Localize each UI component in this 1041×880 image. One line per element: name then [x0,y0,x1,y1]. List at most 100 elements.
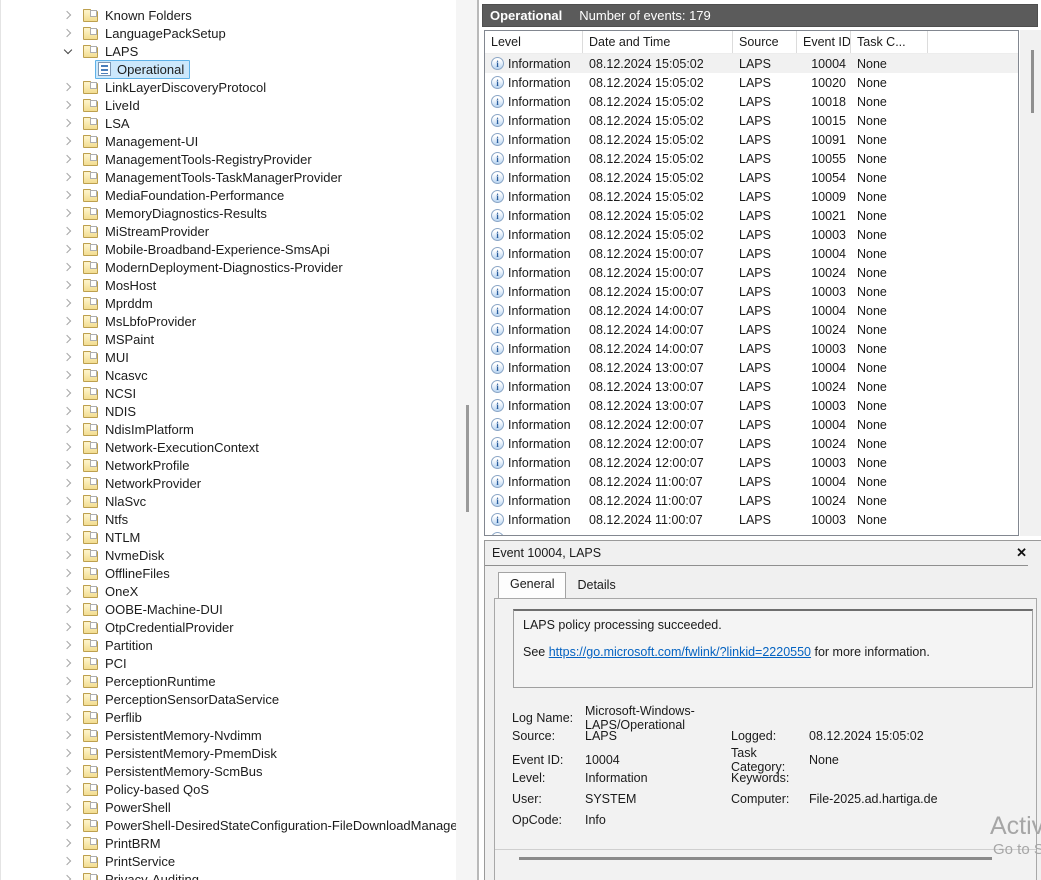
chevron-right-icon[interactable] [61,674,75,688]
tree-item-perceptionruntime[interactable]: PerceptionRuntime [1,672,456,690]
event-row[interactable]: iInformation08.12.2024 15:05:02LAPS10015… [485,111,1018,130]
chevron-right-icon[interactable] [61,404,75,418]
chevron-right-icon[interactable] [61,836,75,850]
chevron-right-icon[interactable] [61,764,75,778]
chevron-right-icon[interactable] [61,638,75,652]
event-row[interactable]: iInformation08.12.2024 14:00:07LAPS10003… [485,339,1018,358]
tree-item-mistreamprovider[interactable]: MiStreamProvider [1,222,456,240]
events-scrollbar[interactable] [1020,30,1041,536]
event-row[interactable]: iInformation08.12.2024 13:00:07LAPS10024… [485,377,1018,396]
tree-item-mui[interactable]: MUI [1,348,456,366]
fwlink-link[interactable]: https://go.microsoft.com/fwlink/?linkid=… [549,645,811,659]
event-row[interactable]: iInformation08.12.2024 15:00:07LAPS10004… [485,244,1018,263]
chevron-right-icon[interactable] [61,782,75,796]
tree-item-persistentmemory-pmemdisk[interactable]: PersistentMemory-PmemDisk [1,744,456,762]
chevron-right-icon[interactable] [61,512,75,526]
tree-item-mprddm[interactable]: Mprddm [1,294,456,312]
tree-item-network-executioncontext[interactable]: Network-ExecutionContext [1,438,456,456]
tree-item-partition[interactable]: Partition [1,636,456,654]
tree-item-onex[interactable]: OneX [1,582,456,600]
chevron-right-icon[interactable] [61,494,75,508]
chevron-right-icon[interactable] [61,8,75,22]
chevron-right-icon[interactable] [61,278,75,292]
tree-item-ncasvc[interactable]: Ncasvc [1,366,456,384]
tab-details[interactable]: Details [566,574,626,597]
chevron-right-icon[interactable] [61,746,75,760]
tree-item-policy-based-qos[interactable]: Policy-based QoS [1,780,456,798]
chevron-right-icon[interactable] [61,188,75,202]
tree-item-memorydiagnostics-results[interactable]: MemoryDiagnostics-Results [1,204,456,222]
tree-item-mobile-broadband-experience-smsapi[interactable]: Mobile-Broadband-Experience-SmsApi [1,240,456,258]
chevron-right-icon[interactable] [61,152,75,166]
event-row[interactable]: iInformation08.12.2024 14:00:07LAPS10024… [485,320,1018,339]
tree-item-ntlm[interactable]: NTLM [1,528,456,546]
tree-item-privacy-auditing[interactable]: Privacy-Auditing [1,870,456,880]
events-scrollbar-thumb[interactable] [1031,50,1034,113]
event-row[interactable]: iInformation08.12.2024 12:00:07LAPS10024… [485,434,1018,453]
tree-item-ndisimplatform[interactable]: NdisImPlatform [1,420,456,438]
tree-item-offlinefiles[interactable]: OfflineFiles [1,564,456,582]
chevron-right-icon[interactable] [61,170,75,184]
tree-item-oobe-machine-dui[interactable]: OOBE-Machine-DUI [1,600,456,618]
chevron-right-icon[interactable] [61,476,75,490]
tree-item-nvmedisk[interactable]: NvmeDisk [1,546,456,564]
chevron-right-icon[interactable] [61,98,75,112]
tree-item-managementtools-registryprovider[interactable]: ManagementTools-RegistryProvider [1,150,456,168]
chevron-right-icon[interactable] [61,26,75,40]
chevron-right-icon[interactable] [61,440,75,454]
tree-item-networkprovider[interactable]: NetworkProvider [1,474,456,492]
preview-hscrollbar-thumb[interactable] [519,857,992,860]
chevron-right-icon[interactable] [61,602,75,616]
event-row[interactable]: iInformation08.12.2024 12:00:07LAPS10004… [485,415,1018,434]
chevron-right-icon[interactable] [61,710,75,724]
tree-item-mspaint[interactable]: MSPaint [1,330,456,348]
tree-item-managementtools-taskmanagerprovider[interactable]: ManagementTools-TaskManagerProvider [1,168,456,186]
event-row[interactable]: iInformation08.12.2024 15:05:02LAPS10055… [485,149,1018,168]
chevron-right-icon[interactable] [61,242,75,256]
chevron-right-icon[interactable] [61,206,75,220]
tree-item-pci[interactable]: PCI [1,654,456,672]
event-row[interactable]: iInformation08.12.2024 14:00:07LAPS10004… [485,301,1018,320]
tree-item-powershell-desiredstateconfiguration-filedownloadmanager[interactable]: PowerShell-DesiredStateConfiguration-Fil… [1,816,456,834]
chevron-right-icon[interactable] [61,134,75,148]
tree-item-mediafoundation-performance[interactable]: MediaFoundation-Performance [1,186,456,204]
tree-item-operational[interactable]: Operational [1,60,456,78]
chevron-right-icon[interactable] [61,656,75,670]
chevron-right-icon[interactable] [61,296,75,310]
chevron-right-icon[interactable] [61,368,75,382]
chevron-right-icon[interactable] [61,260,75,274]
tree-item-otpcredentialprovider[interactable]: OtpCredentialProvider [1,618,456,636]
tree-item-mslbfoprovider[interactable]: MsLbfoProvider [1,312,456,330]
event-row[interactable]: iInformation08.12.2024 11:00:07LAPS10004… [485,472,1018,491]
close-icon[interactable]: ✕ [1016,546,1027,560]
event-row[interactable]: iInformation08.12.2024 15:05:02LAPS10003… [485,225,1018,244]
event-row[interactable]: iInformation08.12.2024 11:00:07LAPS10024… [485,491,1018,510]
tree-item-moderndeployment-diagnostics-provider[interactable]: ModernDeployment-Diagnostics-Provider [1,258,456,276]
tree-item-linklayerdiscoveryprotocol[interactable]: LinkLayerDiscoveryProtocol [1,78,456,96]
tree-item-lsa[interactable]: LSA [1,114,456,132]
chevron-right-icon[interactable] [61,350,75,364]
tree-item-perflib[interactable]: Perflib [1,708,456,726]
event-row[interactable]: iInformation08.12.2024 15:05:02LAPS10020… [485,73,1018,92]
chevron-right-icon[interactable] [61,872,75,880]
tree-scrollbar[interactable] [456,0,477,880]
tree-item-printbrm[interactable]: PrintBRM [1,834,456,852]
chevron-right-icon[interactable] [61,458,75,472]
chevron-right-icon[interactable] [61,854,75,868]
event-row[interactable]: iInformation08.12.2024 15:00:07LAPS10003… [485,282,1018,301]
tree-item-nlasvc[interactable]: NlaSvc [1,492,456,510]
tree-item-languagepacksetup[interactable]: LanguagePackSetup [1,24,456,42]
chevron-right-icon[interactable] [61,584,75,598]
event-row[interactable]: iInformation08.12.2024 15:05:02LAPS10009… [485,187,1018,206]
event-row[interactable]: iInformation08.12.2024 13:00:07LAPS10004… [485,358,1018,377]
tree-item-ncsi[interactable]: NCSI [1,384,456,402]
chevron-right-icon[interactable] [61,530,75,544]
chevron-right-icon[interactable] [61,818,75,832]
tree-item-persistentmemory-nvdimm[interactable]: PersistentMemory-Nvdimm [1,726,456,744]
event-row[interactable]: iInformation08.12.2024 15:05:02LAPS10091… [485,130,1018,149]
chevron-right-icon[interactable] [61,800,75,814]
event-row[interactable]: iInformation08.12.2024 15:05:02LAPS10054… [485,168,1018,187]
event-row[interactable]: iInformation08.12.2024 11:00:07LAPS10003… [485,510,1018,529]
tree-selection[interactable]: Operational [95,60,190,79]
tree-item-laps[interactable]: LAPS [1,42,456,60]
